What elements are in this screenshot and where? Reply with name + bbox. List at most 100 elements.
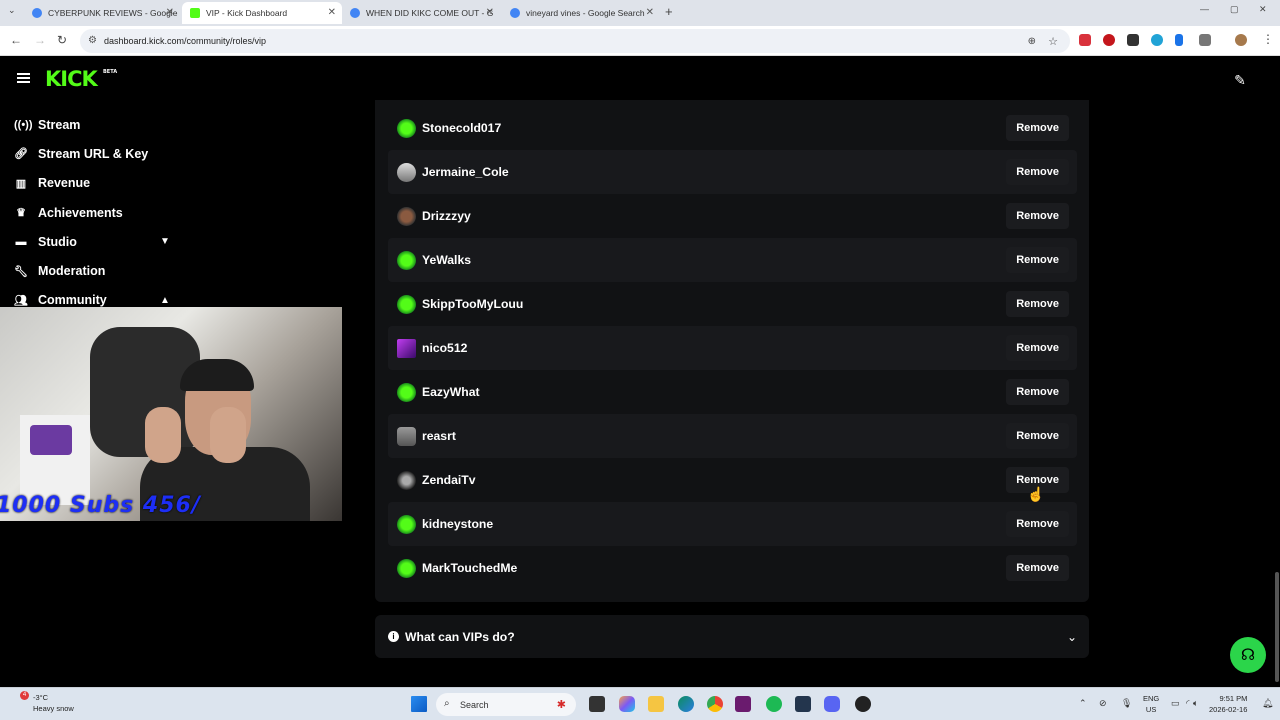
channel-avatar-icon[interactable]: ✎ <box>1228 72 1252 94</box>
tab-2[interactable]: WHEN DID KIKC COME OUT - G ✕ <box>342 2 500 24</box>
input-language[interactable]: ENG US <box>1143 693 1159 715</box>
windows-start-icon[interactable] <box>411 696 427 712</box>
close-tab-icon[interactable]: ✕ <box>486 7 494 18</box>
avatar <box>397 382 416 402</box>
remove-vip-button[interactable]: Remove <box>1006 203 1069 229</box>
sidebar-item-studio[interactable]: ▬ Studio ▼ <box>0 227 190 256</box>
remove-vip-button[interactable]: Remove <box>1006 115 1069 141</box>
sidebar-item-stream-url-key[interactable]: 🔗︎ Stream URL & Key <box>0 139 190 168</box>
close-tab-icon[interactable]: ✕ <box>166 7 174 18</box>
back-icon[interactable]: ← <box>10 33 22 47</box>
display-icon[interactable]: ▭ <box>1171 698 1180 709</box>
site-info-icon[interactable]: ⚙ <box>88 35 97 46</box>
speaker-icon[interactable]: 🔈︎ <box>1193 698 1198 709</box>
remove-vip-button[interactable]: Remove <box>1006 247 1069 273</box>
minimize-icon[interactable]: — <box>1200 4 1209 14</box>
remove-vip-button[interactable]: Remove <box>1006 335 1069 361</box>
extension-icon[interactable] <box>1175 34 1183 46</box>
lang-top: ENG <box>1143 694 1160 703</box>
sidebar-item-moderation[interactable]: 🔧︎ Moderation <box>0 256 190 285</box>
vip-username[interactable]: SkippTooMyLouu <box>422 297 523 311</box>
hamburger-menu-icon[interactable] <box>17 73 30 83</box>
tab-3[interactable]: vineyard vines - Google Search ✕ <box>502 2 660 24</box>
app-icon[interactable] <box>795 696 811 712</box>
remove-vip-button[interactable]: Remove <box>1006 423 1069 449</box>
extension-icon[interactable] <box>1151 34 1163 46</box>
copilot-icon[interactable] <box>619 696 635 712</box>
extension-icon[interactable] <box>1103 34 1115 46</box>
edge-icon[interactable] <box>678 696 694 712</box>
sidebar-item-revenue[interactable]: ▥ Revenue <box>0 169 190 198</box>
vip-username[interactable]: ZendaiTv <box>422 473 476 487</box>
vip-faq-accordion[interactable]: i What can VIPs do? ⌄ <box>375 615 1089 658</box>
chevron-down-icon[interactable]: ⌄ <box>1067 630 1077 644</box>
chevron-up-icon[interactable]: ▲ <box>160 295 170 306</box>
tab-title: vineyard vines - Google Search <box>526 8 645 18</box>
close-window-icon[interactable]: ✕ <box>1259 4 1267 15</box>
new-tab-icon[interactable]: + <box>665 4 673 19</box>
zoom-icon[interactable]: ⊕ <box>1028 36 1036 47</box>
extension-icon[interactable] <box>1079 34 1091 46</box>
tab-0[interactable]: CYBERPUNK REVIEWS - Google ✕ <box>24 2 180 24</box>
sidebar-item-stream[interactable]: ((•)) Stream <box>0 110 190 139</box>
close-tab-icon[interactable]: ✕ <box>646 7 654 18</box>
system-clock[interactable]: 9:51 PM 2026-02-16 <box>1209 693 1247 715</box>
page-scrollbar[interactable] <box>1275 572 1279 682</box>
notifications-icon[interactable]: 🔔︎ <box>1262 698 1273 709</box>
extension-icon[interactable] <box>1127 34 1139 46</box>
clock-date: 2026-02-16 <box>1209 705 1248 714</box>
file-explorer-icon[interactable] <box>648 696 664 712</box>
vip-username[interactable]: EazyWhat <box>422 385 480 399</box>
profile-avatar[interactable] <box>1235 34 1247 46</box>
microphone-icon[interactable]: 🎙︎ <box>1121 698 1132 709</box>
vip-username[interactable]: Stonecold017 <box>422 121 501 135</box>
network-off-icon[interactable]: ⊘ <box>1099 698 1107 709</box>
nzxt-icon[interactable] <box>735 696 751 712</box>
close-tab-icon[interactable]: ✕ <box>328 7 336 18</box>
avatar <box>397 426 416 446</box>
url-bar[interactable]: ⚙ dashboard.kick.com/community/roles/vip… <box>80 29 1070 53</box>
vip-username[interactable]: reasrt <box>422 429 456 443</box>
studio-icon: ▬ <box>15 235 27 248</box>
tab-1[interactable]: VIP - Kick Dashboard ✕ <box>182 2 342 24</box>
task-view-icon[interactable] <box>589 696 605 712</box>
obs-icon[interactable] <box>855 696 871 712</box>
tab-title: WHEN DID KIKC COME OUT - G <box>366 8 494 18</box>
remove-vip-button[interactable]: Remove <box>1006 291 1069 317</box>
sidebar-item-achievements[interactable]: ♛ Achievements <box>0 198 190 227</box>
table-row: Jermaine_Cole Remove <box>388 150 1077 194</box>
extensions-puzzle-icon[interactable] <box>1199 34 1211 46</box>
bookmark-star-icon[interactable]: ☆ <box>1048 35 1058 48</box>
weather-badge: 4 <box>20 691 29 700</box>
remove-vip-button[interactable]: Remove <box>1006 511 1069 537</box>
tray-chevron-up-icon[interactable]: ⌃ <box>1079 698 1087 709</box>
vip-username[interactable]: nico512 <box>422 341 467 355</box>
chevron-down-icon[interactable]: ▼ <box>160 236 170 247</box>
mouse-cursor-icon: ☝ <box>1027 486 1045 502</box>
vip-username[interactable]: kidneystone <box>422 517 493 531</box>
vip-username[interactable]: MarkTouchedMe <box>422 561 517 575</box>
remove-vip-button[interactable]: Remove <box>1006 159 1069 185</box>
wifi-icon[interactable]: ◜ <box>1186 698 1190 709</box>
remove-vip-button[interactable]: Remove <box>1006 379 1069 405</box>
tab-title: VIP - Kick Dashboard <box>206 8 288 18</box>
table-row: kidneystone Remove <box>388 502 1077 546</box>
vip-username[interactable]: Jermaine_Cole <box>422 165 509 179</box>
chrome-icon[interactable] <box>707 696 723 712</box>
maximize-icon[interactable]: ▢ <box>1230 4 1239 15</box>
browser-menu-icon[interactable]: ⋮ <box>1262 32 1274 46</box>
avatar <box>397 338 416 358</box>
webcam-sub-goal-text: 1000 Subs 456/ <box>0 493 201 518</box>
spotify-icon[interactable] <box>766 696 782 712</box>
tab-list-icon[interactable]: ⌄ <box>8 5 16 16</box>
taskbar-search[interactable]: ⌕ Search ✱ <box>436 693 576 716</box>
reload-icon[interactable]: ↻ <box>57 33 67 47</box>
remove-vip-button[interactable]: Remove <box>1006 555 1069 581</box>
vip-username[interactable]: Drizzzyy <box>422 209 471 223</box>
weather-widget[interactable]: -3°C Heavy snow <box>33 692 74 714</box>
forward-icon[interactable]: → <box>34 33 46 47</box>
vip-username[interactable]: YeWalks <box>422 253 471 267</box>
discord-icon[interactable] <box>824 696 840 712</box>
support-headset-button[interactable]: ☊ <box>1230 637 1266 673</box>
kick-logo[interactable]: KICK BETA <box>45 67 117 91</box>
